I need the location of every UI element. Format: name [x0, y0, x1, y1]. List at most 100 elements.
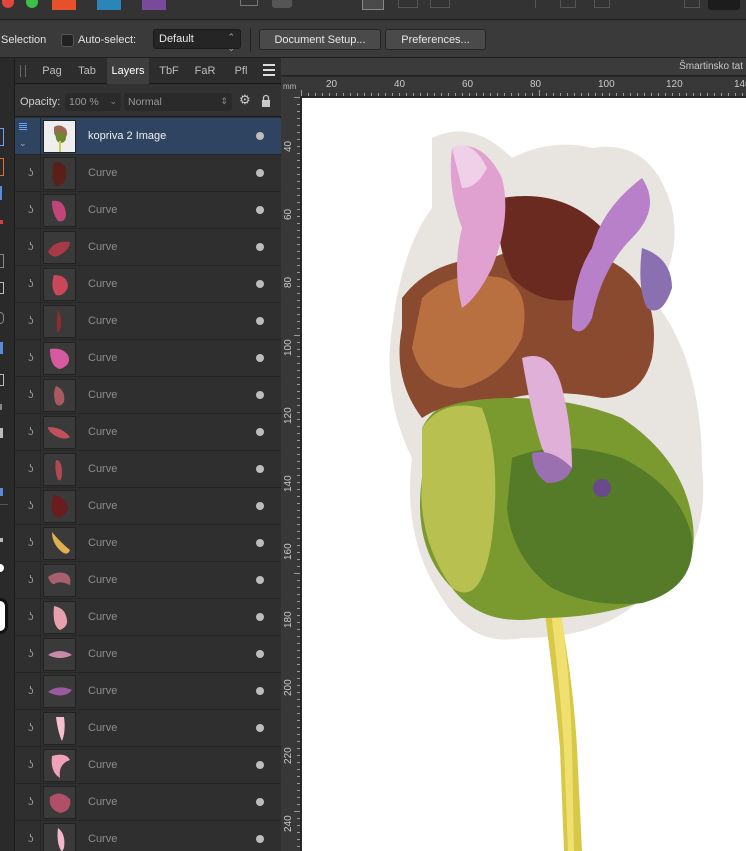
opacity-dropdown[interactable]: 100 % ⌄	[65, 93, 121, 111]
tab-find-replace[interactable]: FaR	[189, 58, 221, 84]
layer-thumbnail[interactable]	[43, 379, 76, 412]
layer-thumbnail[interactable]	[43, 268, 76, 301]
arrange-front-icon[interactable]	[362, 0, 384, 10]
layer-thumbnail[interactable]	[43, 305, 76, 338]
layer-row-curve[interactable]: ʖ Curve	[15, 377, 281, 414]
horizontal-ruler[interactable]: 20 40 60 80 100 120 140	[301, 77, 746, 97]
layer-row-curve[interactable]: ʖ Curve	[15, 710, 281, 747]
layer-thumbnail[interactable]	[43, 749, 76, 782]
text-tool-icon[interactable]	[0, 342, 3, 354]
layer-row-curve[interactable]: ʖ Curve	[15, 673, 281, 710]
shape-tool-icon[interactable]	[0, 312, 4, 324]
layer-thumbnail[interactable]	[43, 342, 76, 375]
layer-row-curve[interactable]: ʖ Curve	[15, 303, 281, 340]
layer-thumbnail[interactable]	[43, 712, 76, 745]
layer-thumbnail[interactable]	[43, 786, 76, 819]
layer-row-curve[interactable]: ʖ Curve	[15, 192, 281, 229]
layer-row-curve[interactable]: ʖ Curve	[15, 747, 281, 784]
layer-thumbnail[interactable]	[43, 564, 76, 597]
color-swatch-icon[interactable]	[0, 598, 8, 634]
layer-thumbnail[interactable]	[43, 194, 76, 227]
tab-text-frame[interactable]: TbF	[153, 58, 185, 84]
preferences-button[interactable]: Preferences...	[385, 29, 486, 50]
visibility-toggle-icon[interactable]	[256, 243, 264, 251]
layer-thumbnail[interactable]	[43, 675, 76, 708]
panel-grip-icon[interactable]	[20, 65, 26, 77]
assistant-button-icon[interactable]	[708, 0, 740, 10]
align-icon[interactable]	[430, 0, 450, 8]
visibility-toggle-icon[interactable]	[256, 613, 264, 621]
document-setup-button[interactable]: Document Setup...	[259, 29, 381, 50]
transform-icon[interactable]	[528, 0, 536, 8]
layer-row-curve[interactable]: ʖ Curve	[15, 340, 281, 377]
chevron-down-icon[interactable]: ⌄	[19, 138, 27, 149]
tab-tables[interactable]: Tab	[71, 58, 103, 84]
boolean-add-icon[interactable]	[560, 0, 576, 8]
blend-mode-dropdown[interactable]: Normal ⇕	[124, 93, 232, 111]
layer-thumbnail[interactable]	[43, 120, 76, 153]
layer-thumbnail[interactable]	[43, 157, 76, 190]
visibility-toggle-icon[interactable]	[256, 317, 264, 325]
visibility-toggle-icon[interactable]	[256, 761, 264, 769]
tab-preflight[interactable]: Pfl	[225, 58, 257, 84]
visibility-toggle-icon[interactable]	[256, 354, 264, 362]
visibility-toggle-icon[interactable]	[256, 391, 264, 399]
layer-thumbnail[interactable]	[43, 823, 76, 851]
pen-tool-icon[interactable]	[0, 186, 2, 200]
gear-icon[interactable]: ⚙	[239, 93, 251, 106]
pixel-persona-icon[interactable]	[97, 0, 121, 10]
visibility-toggle-icon[interactable]	[256, 576, 264, 584]
layer-thumbnail[interactable]	[43, 416, 76, 449]
layer-thumbnail[interactable]	[43, 231, 76, 264]
tab-layers[interactable]: Layers	[107, 58, 149, 84]
visibility-toggle-icon[interactable]	[256, 539, 264, 547]
visibility-toggle-icon[interactable]	[256, 687, 264, 695]
document-page[interactable]	[302, 98, 746, 851]
panel-menu-icon[interactable]	[263, 64, 275, 76]
layer-row-image[interactable]: ⌄ kopriva 2 Image	[15, 118, 281, 155]
layer-row-curve[interactable]: ʖ Curve	[15, 488, 281, 525]
visibility-toggle-icon[interactable]	[256, 835, 264, 843]
auto-select-checkbox[interactable]	[61, 34, 74, 47]
ruler-unit[interactable]: mm	[281, 77, 301, 97]
boolean-subtract-icon[interactable]	[594, 0, 610, 8]
visibility-toggle-icon[interactable]	[256, 798, 264, 806]
node-tool-icon[interactable]	[0, 158, 4, 176]
visibility-toggle-icon[interactable]	[256, 650, 264, 658]
hand-tool-icon[interactable]	[0, 564, 4, 572]
layer-thumbnail[interactable]	[43, 527, 76, 560]
visibility-toggle-icon[interactable]	[256, 502, 264, 510]
export-persona-icon[interactable]	[142, 0, 166, 10]
layer-row-curve[interactable]: ʖ Curve	[15, 229, 281, 266]
zoom-tool-icon[interactable]	[0, 538, 3, 542]
layer-row-curve[interactable]: ʖ Curve	[15, 266, 281, 303]
layer-row-curve[interactable]: ʖ Curve	[15, 414, 281, 451]
layer-row-curve[interactable]: ʖ Curve	[15, 821, 281, 851]
tab-pages[interactable]: Pag	[35, 58, 69, 84]
visibility-toggle-icon[interactable]	[256, 280, 264, 288]
layer-thumbnail[interactable]	[43, 453, 76, 486]
close-window-icon[interactable]	[2, 0, 14, 8]
frame-tool-icon[interactable]	[0, 374, 4, 386]
snapping-options-icon[interactable]	[272, 0, 292, 8]
auto-select-dropdown[interactable]: Default ⌃ ⌄	[153, 29, 241, 53]
fill-tool-icon[interactable]	[0, 282, 4, 294]
vertical-ruler[interactable]: 40 60 80 100 120 140 160 180 200 220 240	[281, 97, 301, 851]
maximize-window-icon[interactable]	[26, 0, 38, 8]
document-tab[interactable]: Šmartinsko tat	[281, 58, 746, 76]
layer-thumbnail[interactable]	[43, 601, 76, 634]
lock-icon[interactable]	[261, 94, 271, 107]
crop-tool-icon[interactable]	[0, 404, 2, 410]
designer-persona-icon[interactable]	[52, 0, 76, 10]
boolean-intersect-icon[interactable]	[684, 0, 700, 8]
kopriva-image[interactable]	[302, 98, 746, 851]
visibility-toggle-icon[interactable]	[256, 724, 264, 732]
brush-tool-icon[interactable]	[0, 254, 4, 268]
move-tool-icon[interactable]	[0, 128, 4, 146]
layer-thumbnail[interactable]	[43, 638, 76, 671]
visibility-toggle-icon[interactable]	[256, 465, 264, 473]
pencil-tool-icon[interactable]	[0, 220, 3, 224]
visibility-toggle-icon[interactable]	[256, 132, 264, 140]
layer-row-curve[interactable]: ʖ Curve	[15, 155, 281, 192]
visibility-toggle-icon[interactable]	[256, 206, 264, 214]
